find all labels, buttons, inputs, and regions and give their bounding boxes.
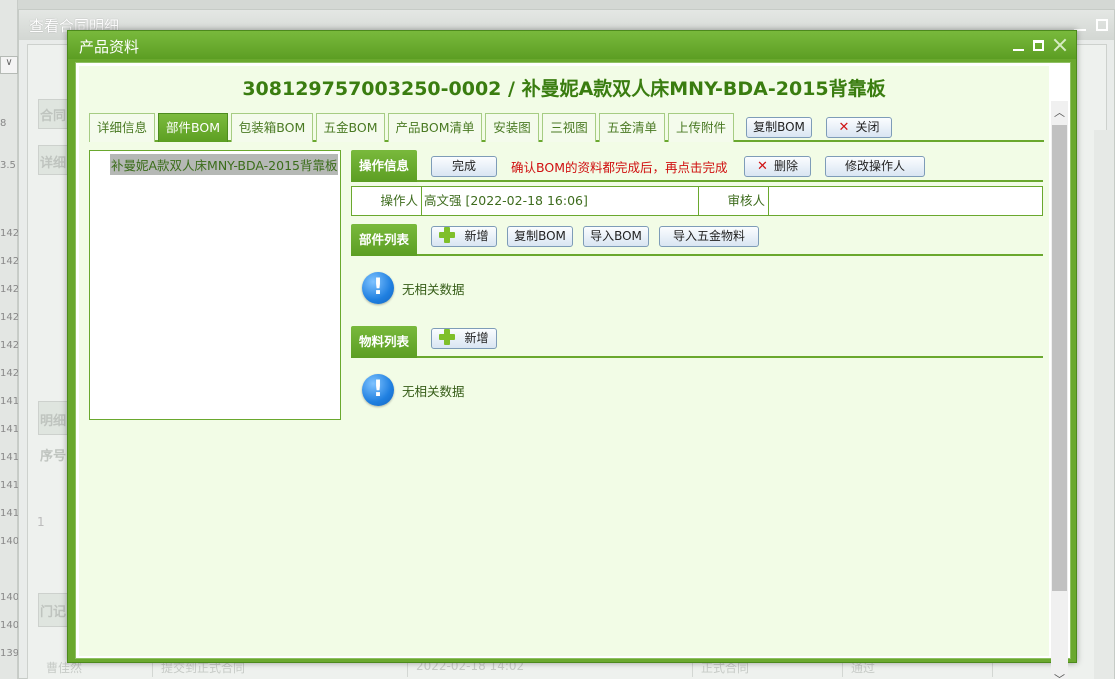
scroll-up-icon[interactable]: ︿ — [1054, 107, 1065, 118]
delete-button-label: 删除 — [773, 159, 798, 173]
bg-row-number: 141 — [0, 508, 20, 519]
bg-row-number: 142 — [0, 228, 20, 239]
plus-icon — [439, 329, 456, 345]
bg-row-number: 142 — [0, 284, 20, 295]
materials-list-section: 物料列表 新增 — [351, 326, 1043, 358]
bg-row-number: 141 — [0, 396, 20, 407]
bg-row-number: 141 — [0, 452, 20, 463]
tree-node-product[interactable]: 补曼妮A款双人床MNY-BDA-2015背靠板 — [110, 154, 339, 175]
background-scrollbar[interactable] — [1094, 130, 1114, 679]
operation-info-title: 操作信息 — [351, 150, 418, 182]
info-icon: ! — [362, 272, 394, 304]
bg-row-number: 142 — [0, 256, 20, 267]
close-button-label: 关闭 — [855, 120, 880, 134]
bg-row-number: 141 — [0, 480, 20, 491]
tab-bar: 详细信息 部件BOM 包装箱BOM 五金BOM 产品BOM清单 安装图 三视图 … — [89, 110, 1044, 142]
parts-empty-text: 无相关数据 — [402, 281, 465, 297]
window-body: 308129757003250-0002 / 补曼妮A款双人床MNY-BDA-2… — [75, 62, 1071, 679]
operator-label: 操作人 — [352, 187, 422, 215]
background-label: 序号 — [40, 449, 67, 464]
page-title: 308129757003250-0002 / 补曼妮A款双人床MNY-BDA-2… — [242, 78, 886, 100]
scroll-down-icon[interactable]: ﹀ — [1054, 674, 1065, 679]
complete-warning: 确认BOM的资料都完成后，再点击完成 — [511, 160, 728, 175]
tab-hardware-list[interactable]: 五金清单 — [599, 113, 665, 142]
window-titlebar[interactable]: 产品资料 — [68, 31, 1076, 59]
minimize-icon[interactable] — [1013, 40, 1024, 51]
maximize-icon[interactable] — [1096, 19, 1108, 31]
bg-row-number: 140 — [0, 620, 20, 631]
tab-three-view[interactable]: 三视图 — [542, 113, 596, 142]
parts-list-title: 部件列表 — [351, 224, 418, 256]
window-title: 产品资料 — [79, 38, 140, 56]
add-material-button[interactable]: 新增 — [431, 328, 497, 349]
tab-packaging-bom[interactable]: 包装箱BOM — [231, 113, 313, 142]
scrollbar-thumb[interactable] — [1052, 125, 1067, 591]
materials-list-title: 物料列表 — [351, 326, 418, 358]
bg-row-number: 142 — [0, 340, 20, 351]
background-row-index: 1 — [37, 515, 45, 529]
bg-row-number: 8 — [0, 118, 7, 129]
bg-row-number: 3.5 — [0, 160, 16, 171]
operation-info-section: 操作信息 完成 确认BOM的资料都完成后，再点击完成 ✕ 删除 修改操作人 — [351, 150, 1043, 182]
close-icon[interactable] — [1053, 38, 1067, 52]
info-icon: ! — [362, 374, 394, 406]
product-info-window: 产品资料 308129757003250-0002 / 补曼妮A款双人床MNY-… — [67, 30, 1077, 679]
maximize-icon[interactable] — [1033, 39, 1044, 51]
complete-button[interactable]: 完成 — [431, 156, 497, 177]
window-controls — [1013, 38, 1067, 52]
bg-row-number: 139 — [0, 648, 20, 659]
tab-install-diagram[interactable]: 安装图 — [485, 113, 539, 142]
delete-x-icon: ✕ — [757, 159, 768, 174]
delete-button[interactable]: ✕ 删除 — [744, 156, 811, 177]
operation-info-table: 操作人 高文强 [2022-02-18 16:06] 审核人 — [351, 186, 1043, 216]
bg-row-number: 141 — [0, 424, 20, 435]
background-select[interactable]: ∨ — [0, 56, 18, 74]
close-button[interactable]: ✕ 关闭 — [826, 117, 892, 138]
bg-row-number: 140 — [0, 592, 20, 603]
reviewer-label: 审核人 — [699, 187, 769, 215]
vertical-scrollbar[interactable]: ︿ ﹀ — [1051, 101, 1068, 679]
content-area: 308129757003250-0002 / 补曼妮A款双人床MNY-BDA-2… — [79, 66, 1049, 656]
close-x-icon: ✕ — [838, 120, 850, 135]
materials-empty-text: 无相关数据 — [402, 383, 465, 399]
tab-hardware-bom[interactable]: 五金BOM — [316, 113, 385, 142]
part-tree: 补曼妮A款双人床MNY-BDA-2015背靠板 — [89, 150, 341, 420]
parts-copy-bom-button[interactable]: 复制BOM — [507, 226, 573, 247]
bg-row-number: 140 — [0, 536, 20, 547]
modify-operator-button[interactable]: 修改操作人 — [825, 156, 925, 177]
tab-product-bom-list[interactable]: 产品BOM清单 — [388, 113, 482, 142]
bg-row-number: 142 — [0, 368, 20, 379]
background-label: 明细 — [40, 414, 67, 429]
add-part-label: 新增 — [464, 229, 489, 243]
background-window-controls — [1074, 19, 1108, 31]
add-material-label: 新增 — [464, 331, 489, 345]
tab-detail-info[interactable]: 详细信息 — [89, 113, 155, 142]
background-label: 门记 — [40, 605, 67, 620]
parts-empty-state: ! 无相关数据 — [362, 272, 465, 304]
background-label: 详细 — [40, 156, 67, 171]
copy-bom-button[interactable]: 复制BOM — [746, 117, 812, 138]
background-sidebar: ∨ 8 3.5 142 142 142 142 142 142 141 141 … — [0, 0, 20, 679]
bg-row-number: 142 — [0, 312, 20, 323]
plus-icon — [439, 227, 456, 243]
import-bom-button[interactable]: 导入BOM — [583, 226, 649, 247]
tab-upload-attachment[interactable]: 上传附件 — [668, 113, 734, 142]
add-part-button[interactable]: 新增 — [431, 226, 497, 247]
materials-empty-state: ! 无相关数据 — [362, 374, 465, 406]
import-hardware-button[interactable]: 导入五金物料 — [659, 226, 759, 247]
tab-part-bom[interactable]: 部件BOM — [158, 113, 228, 142]
reviewer-value — [769, 187, 1042, 215]
parts-list-section: 部件列表 新增 复制BOM 导入BOM 导入五金物料 — [351, 224, 1043, 256]
operator-value: 高文强 [2022-02-18 16:06] — [422, 187, 699, 215]
background-label: 合同 — [40, 109, 67, 124]
